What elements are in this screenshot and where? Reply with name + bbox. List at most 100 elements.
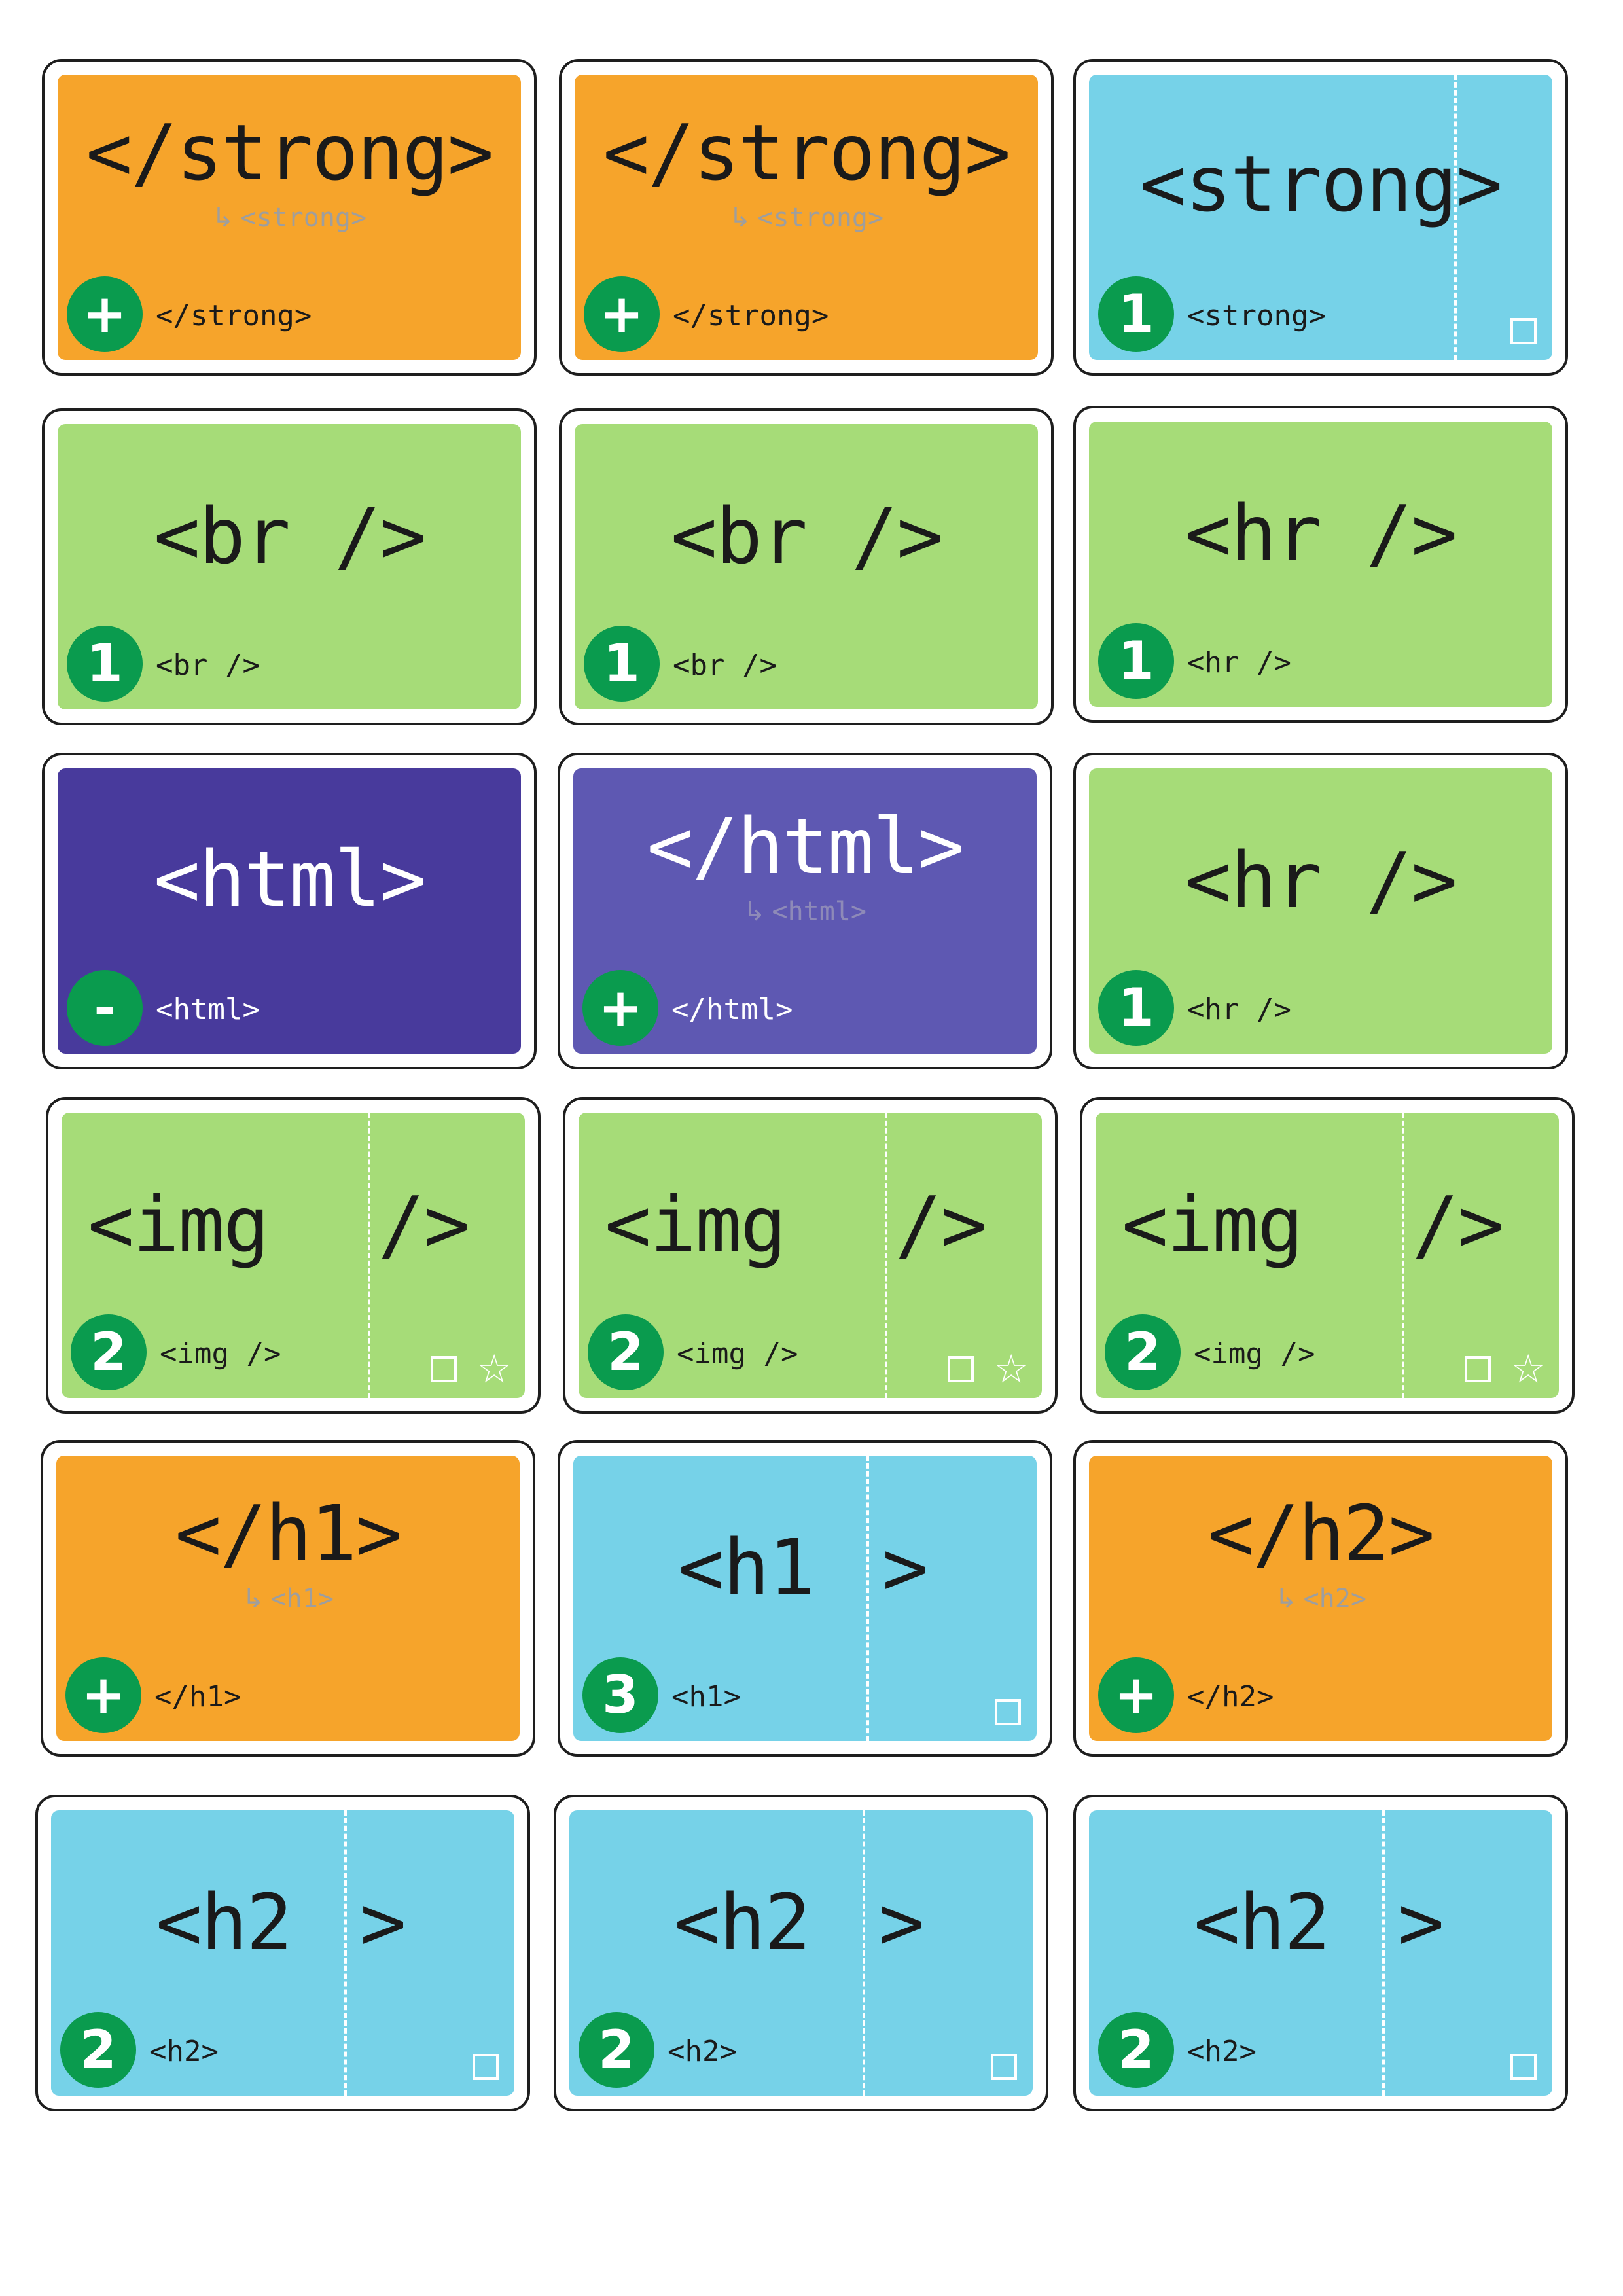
card-hint-label: <strong> xyxy=(240,203,367,233)
card-face: </html> ↳ <html> + </html> xyxy=(573,768,1037,1054)
card-tag-large: <hr /> xyxy=(1185,488,1457,579)
card-face: <br /> 1 <br /> xyxy=(575,424,1038,709)
checkbox-icon xyxy=(1510,318,1537,344)
card-close-h1: </h1> ↳ <h1> + </h1> xyxy=(41,1440,535,1757)
card-tag-small: <html> xyxy=(156,993,260,1026)
cut-line xyxy=(1402,1113,1404,1398)
card-open-h2: <h2 > 2 <h2> xyxy=(554,1795,1048,2111)
cut-line xyxy=(863,1810,865,2096)
checkbox-icon xyxy=(991,2054,1017,2080)
card-tag-large-right: > xyxy=(882,1522,929,1613)
cut-line xyxy=(1382,1810,1385,2096)
card-tag-large: <hr /> xyxy=(1185,835,1457,925)
card-tag-large: </h2> xyxy=(1207,1488,1435,1579)
plus-badge: + xyxy=(67,276,143,352)
card-tag-large: </html> xyxy=(647,801,964,891)
star-icon: ☆ xyxy=(476,1346,512,1392)
card-hr: <hr /> 1 <hr /> xyxy=(1073,406,1568,723)
card-tag-large-right: /> xyxy=(378,1179,470,1270)
plus-badge: + xyxy=(584,276,660,352)
count-badge: 2 xyxy=(71,1314,147,1390)
card-img: <img /> 2 <img /> ☆ xyxy=(563,1097,1058,1414)
card-tag-small: </h1> xyxy=(154,1680,241,1713)
card-close-h2: </h2> ↳ <h2> + </h2> xyxy=(1073,1440,1568,1757)
card-tag-large: <strong> xyxy=(1139,139,1503,229)
cut-line xyxy=(866,1456,869,1741)
page: { "cards": [ {"big": "</strong>", "hint_… xyxy=(0,0,1623,2296)
card-tag-large: </h1> xyxy=(175,1488,402,1579)
card-face: <img /> 2 <img /> ☆ xyxy=(1096,1113,1559,1398)
card-img: <img /> 2 <img /> ☆ xyxy=(1080,1097,1575,1414)
count-badge: 2 xyxy=(588,1314,664,1390)
count-badge: 2 xyxy=(579,2012,654,2088)
card-face: <strong> 1 <strong> xyxy=(1089,75,1552,360)
card-face: <hr /> 1 <hr /> xyxy=(1089,422,1552,707)
card-tag-small: <br /> xyxy=(156,649,260,682)
plus-badge: + xyxy=(582,970,658,1046)
card-hint: ↳ <h2> xyxy=(1089,1584,1552,1614)
cut-line xyxy=(344,1810,347,2096)
checkbox-icon xyxy=(995,1699,1021,1725)
card-tag-small: <img /> xyxy=(160,1337,281,1371)
count-badge: 2 xyxy=(1098,2012,1174,2088)
count-badge: 1 xyxy=(1098,623,1174,699)
card-tag-small: <hr /> xyxy=(1187,993,1291,1026)
return-arrow-icon: ↳ xyxy=(743,897,766,927)
card-tag-large-right: > xyxy=(878,1877,925,1967)
card-face: <h1 > 3 <h1> xyxy=(573,1456,1037,1741)
card-hr: <hr /> 1 <hr /> xyxy=(1073,753,1568,1069)
card-tag-large: <html> xyxy=(153,834,426,924)
card-open-html: <html> - <html> xyxy=(42,753,537,1069)
card-open-h1: <h1 > 3 <h1> xyxy=(558,1440,1052,1757)
cut-line xyxy=(885,1113,887,1398)
checkbox-icon xyxy=(1510,2054,1537,2080)
card-hint: ↳ <strong> xyxy=(58,203,521,233)
card-hint-label: <html> xyxy=(772,897,867,927)
plus-badge: + xyxy=(1098,1657,1174,1733)
cut-line xyxy=(368,1113,370,1398)
checkbox-icon xyxy=(473,2054,499,2080)
card-face: <img /> 2 <img /> ☆ xyxy=(579,1113,1042,1398)
card-face: <html> - <html> xyxy=(58,768,521,1054)
count-badge: 1 xyxy=(1098,970,1174,1046)
card-tag-small: <strong> xyxy=(1187,299,1326,332)
card-tag-small: </h2> xyxy=(1187,1680,1274,1713)
card-tag-small: <img /> xyxy=(677,1337,798,1371)
count-badge: 3 xyxy=(582,1657,658,1733)
card-tag-small: <hr /> xyxy=(1187,646,1291,679)
minus-badge: - xyxy=(67,970,143,1046)
card-face: <br /> 1 <br /> xyxy=(58,424,521,709)
card-face: <img /> 2 <img /> ☆ xyxy=(62,1113,525,1398)
card-tag-small: <h2> xyxy=(1187,2035,1257,2068)
card-hint: ↳ <html> xyxy=(573,897,1037,927)
card-tag-large: <br /> xyxy=(670,491,943,581)
card-tag-large: <br /> xyxy=(153,491,426,581)
card-face: <h2 > 2 <h2> xyxy=(569,1810,1033,2096)
card-hint-label: <h1> xyxy=(270,1584,334,1614)
card-close-strong: </strong> ↳ <strong> + </strong> xyxy=(42,59,537,376)
card-tag-small: <h2> xyxy=(149,2035,219,2068)
card-br: <br /> 1 <br /> xyxy=(42,408,537,725)
card-tag-large: </strong> xyxy=(603,107,1010,198)
return-arrow-icon: ↳ xyxy=(728,203,751,233)
card-face: </h2> ↳ <h2> + </h2> xyxy=(1089,1456,1552,1741)
return-arrow-icon: ↳ xyxy=(211,203,234,233)
card-tag-small: </html> xyxy=(671,993,793,1026)
count-badge: 1 xyxy=(584,626,660,702)
card-tag-small: <img /> xyxy=(1194,1337,1315,1371)
cut-line xyxy=(1454,75,1457,360)
card-face: <h2 > 2 <h2> xyxy=(1089,1810,1552,2096)
count-badge: 1 xyxy=(67,626,143,702)
card-close-html: </html> ↳ <html> + </html> xyxy=(558,753,1052,1069)
star-icon: ☆ xyxy=(993,1346,1029,1392)
card-tag-large-right: > xyxy=(360,1877,406,1967)
return-arrow-icon: ↳ xyxy=(242,1584,264,1614)
card-hint-label: <h2> xyxy=(1303,1584,1366,1614)
count-badge: 1 xyxy=(1098,276,1174,352)
card-close-strong: </strong> ↳ <strong> + </strong> xyxy=(559,59,1054,376)
card-open-strong: <strong> 1 <strong> xyxy=(1073,59,1568,376)
card-face: </strong> ↳ <strong> + </strong> xyxy=(58,75,521,360)
card-tag-large-right: /> xyxy=(1412,1179,1504,1270)
card-tag-small: </strong> xyxy=(156,299,312,332)
card-tag-small: <br /> xyxy=(673,649,777,682)
